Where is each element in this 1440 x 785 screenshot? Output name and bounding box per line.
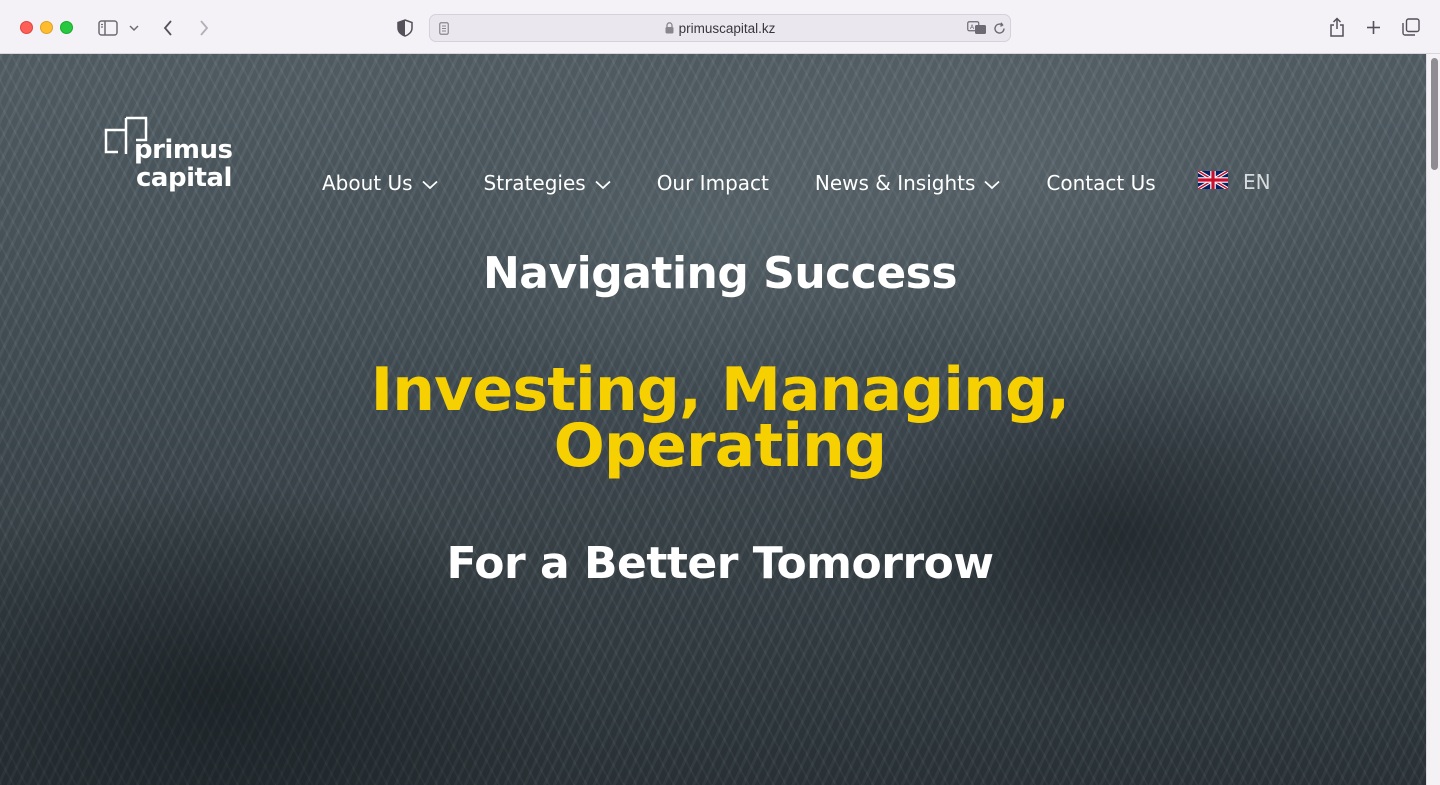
reload-icon[interactable] — [992, 20, 1006, 36]
nav-item-contact-us[interactable]: Contact Us — [1046, 171, 1155, 195]
tab-overview-icon[interactable] — [1401, 17, 1421, 37]
language-selector[interactable]: EN — [1197, 168, 1271, 194]
nav-item-label: Contact Us — [1046, 171, 1156, 195]
nav-item-news-insights[interactable]: News & Insights — [815, 171, 1001, 195]
back-arrow-icon[interactable] — [160, 18, 176, 38]
browser-toolbar: primuscapital.kz A — [0, 0, 1440, 54]
nav-item-our-impact[interactable]: Our Impact — [657, 171, 769, 195]
chevron-down-icon — [595, 171, 611, 195]
uk-flag-icon — [1197, 168, 1229, 194]
share-icon[interactable] — [1327, 16, 1347, 38]
window-maximize-button[interactable] — [60, 21, 73, 34]
new-tab-icon[interactable] — [1364, 18, 1382, 36]
chevron-down-icon[interactable] — [128, 22, 140, 34]
forward-arrow-icon[interactable] — [196, 18, 212, 38]
svg-text:A: A — [970, 24, 975, 31]
url-text: primuscapital.kz — [678, 21, 776, 36]
language-code: EN — [1243, 170, 1271, 194]
logo-line-primus: primus — [134, 135, 233, 165]
window-minimize-button[interactable] — [40, 21, 53, 34]
address-bar[interactable]: primuscapital.kz A — [429, 14, 1011, 42]
hero-tagline-line-1: Investing, Managing, — [370, 355, 1070, 425]
translate-icon[interactable]: A — [966, 20, 988, 36]
hero-section: primus capital About Us Strategies Our I… — [0, 54, 1426, 785]
hero-tagline-line-2: Operating — [553, 411, 887, 481]
main-navigation: About Us Strategies Our Impact News & In… — [322, 168, 1156, 198]
hero-tagline: Investing, Managing, Operating — [0, 355, 1426, 481]
chevron-down-icon — [421, 171, 438, 195]
hero-heading: Navigating Success — [482, 248, 958, 299]
nav-item-about-us[interactable]: About Us — [322, 171, 438, 195]
primus-capital-logo[interactable]: primus capital — [104, 116, 244, 198]
privacy-shield-icon[interactable] — [396, 18, 414, 38]
nav-item-label: Strategies — [483, 171, 586, 195]
scrollbar-thumb[interactable] — [1431, 58, 1438, 170]
hero-subheading: For a Better Tomorrow — [446, 538, 994, 589]
nav-item-strategies[interactable]: Strategies — [484, 171, 611, 195]
sidebar-toggle-icon[interactable] — [97, 18, 119, 38]
chevron-down-icon — [984, 171, 1001, 195]
nav-item-label: Our Impact — [656, 171, 769, 195]
lock-icon — [665, 22, 674, 37]
page-scrollbar[interactable] — [1426, 54, 1440, 785]
nav-item-label: About Us — [322, 171, 413, 195]
logo-line-capital: capital — [136, 163, 232, 193]
logo-wordmark: primus capital — [134, 135, 233, 193]
window-close-button[interactable] — [20, 21, 33, 34]
nav-item-label: News & Insights — [814, 171, 976, 195]
